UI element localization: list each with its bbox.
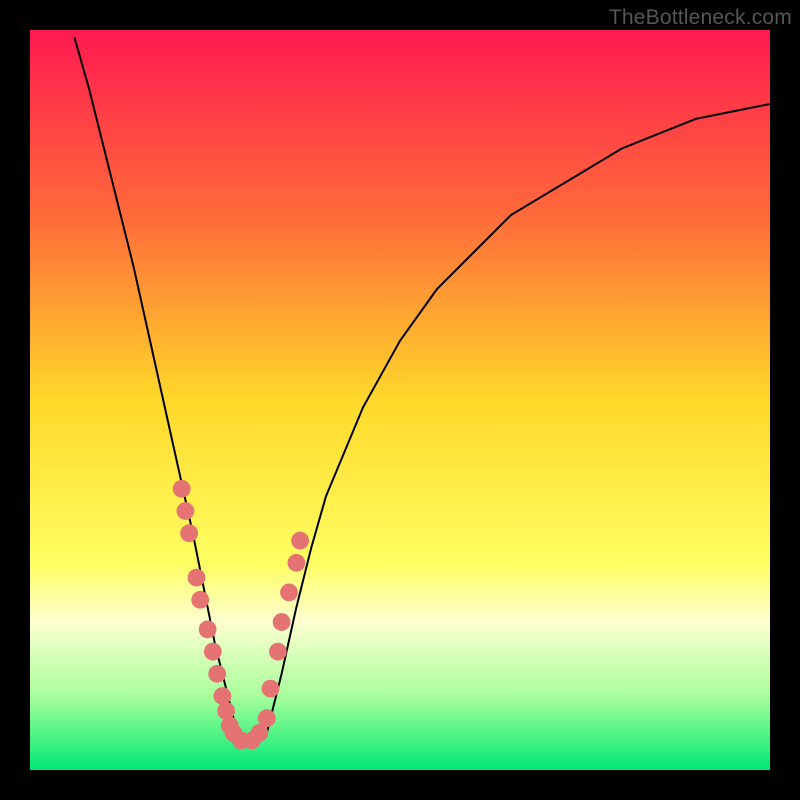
data-point — [291, 532, 309, 550]
data-point — [273, 613, 291, 631]
plot-area — [30, 30, 770, 770]
data-point — [173, 480, 191, 498]
data-point — [177, 502, 195, 520]
data-point — [199, 621, 217, 639]
watermark-text: TheBottleneck.com — [609, 6, 792, 30]
data-point — [204, 643, 222, 661]
chart-container: TheBottleneck.com — [0, 0, 800, 800]
data-point — [280, 584, 298, 602]
chart-svg — [30, 30, 770, 770]
data-point — [258, 709, 276, 727]
data-point — [191, 591, 209, 609]
gradient-background — [30, 30, 770, 770]
data-point — [180, 524, 198, 542]
data-point — [208, 665, 226, 683]
data-point — [262, 680, 280, 698]
data-point — [288, 554, 306, 572]
data-point — [188, 569, 206, 587]
data-point — [214, 687, 232, 705]
data-point — [217, 702, 235, 720]
data-point — [269, 643, 287, 661]
